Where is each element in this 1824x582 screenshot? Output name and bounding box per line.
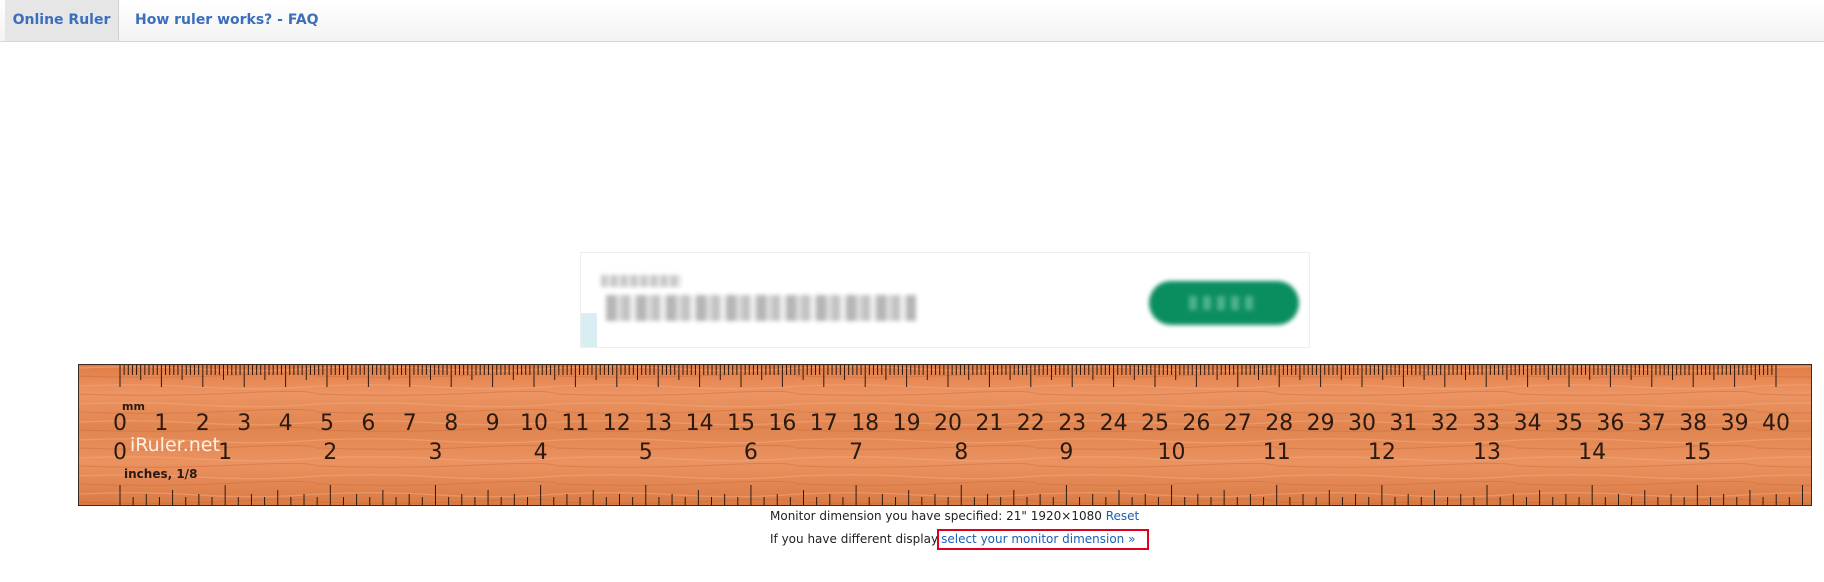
cm-label: 36 [1596,411,1624,436]
cm-label: 40 [1762,411,1790,436]
cm-label: 7 [403,411,417,436]
cm-label: 30 [1348,411,1376,436]
cm-label: 17 [810,411,838,436]
cm-label: 8 [444,411,458,436]
cm-label: 28 [1265,411,1293,436]
advertisement-banner[interactable] [580,252,1310,348]
ad-corner-graphic [581,313,597,347]
cm-label: 9 [486,411,500,436]
inch-label: 6 [744,440,758,465]
inch-label: 1 [218,440,232,465]
cm-label: 15 [727,411,755,436]
ruler-unit-mm: mm [122,400,145,413]
inch-label: 2 [323,440,337,465]
cm-label: 16 [768,411,796,436]
cm-label: 26 [1182,411,1210,436]
cm-label: 5 [320,411,334,436]
tab-online-ruler[interactable]: Online Ruler [5,0,119,41]
cm-label: 4 [279,411,293,436]
cm-label: 34 [1514,411,1542,436]
cm-label: 31 [1389,411,1417,436]
inch-label: 9 [1059,440,1073,465]
cm-label: 3 [237,411,251,436]
cm-label: 0 [113,411,127,436]
cm-label: 22 [1017,411,1045,436]
different-display-line: If you have different display select your… [770,529,1370,550]
cm-label: 35 [1555,411,1583,436]
cm-label: 37 [1638,411,1666,436]
cm-label: 29 [1307,411,1335,436]
ruler-graphic[interactable]: 0 1 2 3 4 5 6 7 8 9 10 11 12 13 14 15 16 17 18 19 20 21 22 23 24… [78,364,1812,506]
cm-label: 6 [361,411,375,436]
ruler[interactable]: 0 1 2 3 4 5 6 7 8 9 10 11 12 13 14 15 16 17 18 19 20 21 22 23 24… [78,364,1812,506]
ad-cta-button[interactable] [1149,281,1299,325]
inch-label: 11 [1263,440,1291,465]
cm-label: 10 [520,411,548,436]
cm-label: 21 [975,411,1003,436]
cm-label: 14 [686,411,714,436]
cm-label: 24 [1100,411,1128,436]
cm-label: 25 [1141,411,1169,436]
inch-label: 12 [1368,440,1396,465]
cm-label: 33 [1472,411,1500,436]
ruler-brand-logo: iRuler.net [130,434,220,456]
tab-faq[interactable]: How ruler works? - FAQ [135,0,319,41]
ruler-unit-inches: inches, 1/8 [124,467,197,481]
inch-label: 15 [1683,440,1711,465]
ad-blurred-heading [601,275,681,287]
cm-label: 23 [1058,411,1086,436]
select-link-highlight: select your monitor dimension » [937,529,1150,550]
top-navigation: Online Ruler How ruler works? - FAQ [0,0,1824,42]
inch-label: 14 [1578,440,1606,465]
cm-label: 32 [1431,411,1459,436]
inch-label: 3 [428,440,442,465]
cm-labels: 0 1 2 3 4 5 6 7 8 9 10 11 12 13 14 15 16 17 18 19 20 21 22 23 24… [113,411,1790,436]
ad-blurred-text [606,295,916,321]
cm-label: 18 [851,411,879,436]
reset-link[interactable]: Reset [1106,509,1140,523]
mm-ticks [119,365,1777,387]
cm-label: 39 [1721,411,1749,436]
inch-label: 13 [1473,440,1501,465]
inch-label: 5 [639,440,653,465]
cm-label: 2 [196,411,210,436]
select-monitor-dimension-link[interactable]: select your monitor dimension » [941,532,1135,546]
monitor-dimension-text: Monitor dimension you have specified: 21… [770,509,1102,523]
cm-label: 13 [644,411,672,436]
cm-label: 27 [1224,411,1252,436]
cm-label: 1 [154,411,168,436]
cm-label: 38 [1679,411,1707,436]
inch-label: 7 [849,440,863,465]
inch-label: 4 [534,440,548,465]
cm-label: 11 [561,411,589,436]
different-display-text: If you have different display [770,532,939,546]
inch-label: 10 [1158,440,1186,465]
inch-label: 8 [954,440,968,465]
cm-label: 20 [934,411,962,436]
inch-label: 0 [113,440,127,465]
cm-label: 12 [603,411,631,436]
cm-label: 19 [893,411,921,436]
monitor-info-line: Monitor dimension you have specified: 21… [770,509,1370,523]
